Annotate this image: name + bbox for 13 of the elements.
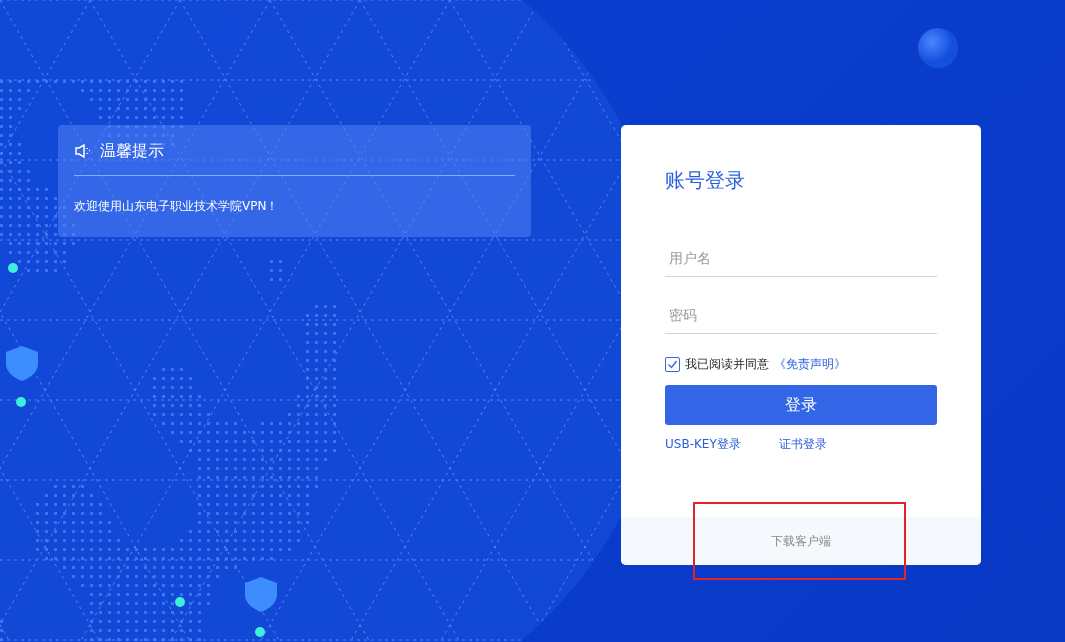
notice-message: 欢迎使用山东电子职业技术学院VPN！	[74, 198, 280, 215]
username-field[interactable]: 用户名	[665, 242, 937, 277]
usb-key-login-link[interactable]: USB-KEY登录	[665, 436, 741, 453]
login-title: 账号登录	[665, 167, 746, 194]
disclaimer-link[interactable]: 《免责声明》	[774, 356, 846, 373]
speaker-icon	[74, 143, 92, 159]
certificate-login-link[interactable]: 证书登录	[778, 436, 827, 453]
notice-title: 温馨提示	[100, 140, 164, 162]
checkbox[interactable]	[665, 357, 680, 372]
login-button[interactable]: 登录	[665, 385, 937, 425]
password-field[interactable]: 密码	[665, 299, 937, 334]
download-client-link[interactable]: 下载客户端	[771, 532, 831, 550]
agreement-text: 我已阅读并同意	[685, 356, 769, 373]
